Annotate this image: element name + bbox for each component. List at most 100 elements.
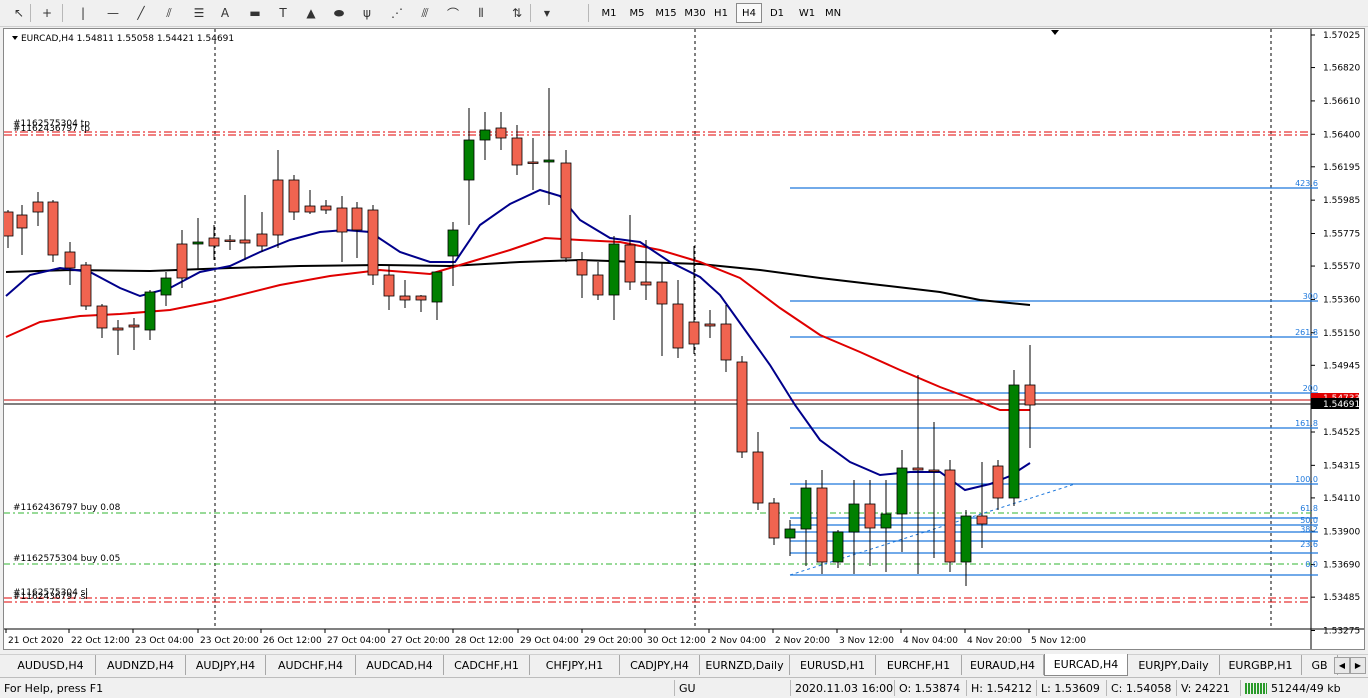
text-label-icon[interactable]: T — [272, 3, 294, 23]
price-label: 1.53485 — [1323, 593, 1360, 603]
timeframe-w1[interactable]: W1 — [793, 3, 821, 23]
cursor-icon[interactable]: ↖ — [8, 3, 30, 23]
status-high: H: 1.54212 — [966, 680, 1034, 696]
timeframe-m15[interactable]: M15 — [650, 3, 682, 23]
tab-cadchf-h1[interactable]: CADCHF,H1 — [444, 655, 530, 675]
time-label: 22 Oct 12:00 — [71, 636, 130, 646]
fibonacci-level-label: 161.8 — [1295, 419, 1318, 428]
candle-bear — [415, 295, 427, 301]
candle-bear — [80, 264, 92, 307]
tab-gb[interactable]: GB — [1302, 655, 1338, 675]
timeframe-d1[interactable]: D1 — [764, 3, 790, 23]
timeframe-h1[interactable]: H1 — [708, 3, 734, 23]
moving-average-slow — [5, 258, 1031, 306]
andrews-pitchfork-icon[interactable]: ψ — [356, 3, 378, 23]
fibonacci-level-label: 50.0 — [1300, 516, 1318, 525]
candle-bear — [96, 305, 108, 329]
candle-bear — [640, 281, 652, 286]
equidistant-channel-icon[interactable]: ⫽ — [158, 3, 180, 23]
tab-scroll-left-icon[interactable]: ◀ — [1334, 657, 1350, 674]
status-open: O: 1.53874 — [894, 680, 964, 696]
crosshair-icon[interactable]: + — [36, 3, 58, 23]
chevron-down-icon[interactable]: ▼ — [536, 3, 558, 23]
tab-eurnzd-daily[interactable]: EURNZD,Daily — [700, 655, 790, 675]
gann-fan-icon[interactable]: ⋰ — [386, 3, 408, 23]
candle-bull — [784, 528, 796, 539]
time-label: 3 Nov 12:00 — [839, 636, 894, 646]
status-connection[interactable]: 51244/49 kb — [1240, 680, 1368, 696]
candle-bull — [848, 503, 860, 533]
connection-traffic: 51244/49 kb — [1271, 681, 1341, 695]
price-label: 1.54110 — [1323, 494, 1360, 504]
tab-euraud-h4[interactable]: EURAUD,H4 — [962, 655, 1044, 675]
trendline-icon[interactable]: ╱ — [130, 3, 152, 23]
tab-audnzd-h4[interactable]: AUDNZD,H4 — [96, 655, 186, 675]
text-icon[interactable]: A — [214, 3, 236, 23]
vertical-line-icon[interactable]: | — [72, 3, 94, 23]
ellipse-icon[interactable]: ⬬ — [328, 3, 350, 23]
tab-eurcad-h4[interactable]: EURCAD,H4 — [1044, 654, 1128, 676]
tab-scroll-right-icon[interactable]: ▶ — [1350, 657, 1366, 674]
price-label: 1.53900 — [1323, 527, 1360, 537]
fibonacci-timezones-icon[interactable]: ⦀ — [470, 3, 492, 23]
chart-header: EURCAD,H4 1.54811 1.55058 1.54421 1.5469… — [21, 34, 234, 44]
tab-eurjpy-daily[interactable]: EURJPY,Daily — [1128, 655, 1220, 675]
tab-audusd-h4[interactable]: AUDUSD,H4 — [6, 655, 96, 675]
fibonacci-arcs-icon[interactable]: ⌒ — [442, 3, 464, 23]
candle-bear — [272, 179, 284, 236]
candle-bear — [32, 201, 44, 213]
price-label: 1.54945 — [1323, 361, 1360, 371]
tab-eurusd-h1[interactable]: EURUSD,H1 — [790, 655, 876, 675]
candle-bear — [4, 211, 14, 237]
toolbar: ↖ + | — ╱ ⫽ ☰ A ▬ T ▲ ⬬ ψ ⋰ ⫻ ⌒ ⦀ ⇅ ▼ M1 M5 M15 M30 H1 H4 D1 W1 MN — [0, 0, 1368, 27]
candle-bear — [752, 451, 764, 504]
time-label: 28 Oct 12:00 — [455, 636, 514, 646]
triangle-icon[interactable]: ▲ — [300, 3, 322, 23]
candle-bear — [320, 205, 332, 211]
tab-eurchf-h1[interactable]: EURCHF,H1 — [876, 655, 962, 675]
status-close: C: 1.54058 — [1106, 680, 1174, 696]
tab-eurgbp-h1[interactable]: EURGBP,H1 — [1220, 655, 1302, 675]
chart-tabs: AUDUSD,H4 AUDNZD,H4 AUDJPY,H4 AUDCHF,H4 AUDC… — [0, 654, 1368, 676]
timeframe-m1[interactable]: M1 — [596, 3, 622, 23]
price-chart[interactable]: 1.57025 1.56820 1.56610 1.56400 1.56195 1.559… — [4, 29, 1364, 649]
fibonacci-retracement-icon[interactable]: ☰ — [188, 3, 210, 23]
connection-bars-icon — [1245, 682, 1267, 694]
tab-audchf-h4[interactable]: AUDCHF,H4 — [266, 655, 356, 675]
fibonacci-level-label: 61.8 — [1300, 504, 1318, 513]
candle-bear — [768, 502, 780, 539]
candle-bear — [336, 207, 348, 233]
arrows-icon[interactable]: ⇅ — [506, 3, 528, 23]
tab-audcad-h4[interactable]: AUDCAD,H4 — [356, 655, 444, 675]
time-label: 27 Oct 20:00 — [391, 636, 450, 646]
fibonacci-fan-icon[interactable]: ⫻ — [414, 3, 436, 23]
moving-average-mid — [5, 236, 1030, 411]
candle-bear — [367, 209, 379, 276]
order-label-buy: #1162436797 buy 0.08 — [13, 503, 121, 513]
candle-bear — [736, 361, 748, 453]
candle-bear — [399, 295, 411, 301]
timeframe-h4[interactable]: H4 — [736, 3, 762, 23]
chart-window[interactable]: 1.57025 1.56820 1.56610 1.56400 1.56195 1.559… — [3, 28, 1365, 650]
candle-bear — [1024, 384, 1036, 406]
fibonacci-level-label: 200 — [1303, 384, 1318, 393]
tab-cadjpy-h4[interactable]: CADJPY,H4 — [620, 655, 700, 675]
price-label: 1.56820 — [1323, 64, 1360, 74]
status-profile: GU — [674, 680, 786, 696]
time-label: 21 Oct 2020 — [8, 636, 64, 646]
fibonacci-level-label: 38.2 — [1300, 525, 1318, 534]
rectangle-icon[interactable]: ▬ — [244, 3, 266, 23]
candle-bull — [896, 467, 908, 515]
time-label: 5 Nov 12:00 — [1031, 636, 1086, 646]
timeframe-m30[interactable]: M30 — [680, 3, 710, 23]
tab-audjpy-h4[interactable]: AUDJPY,H4 — [186, 655, 266, 675]
horizontal-line-icon[interactable]: — — [102, 3, 124, 23]
timeframe-m5[interactable]: M5 — [624, 3, 650, 23]
candle-bear — [239, 239, 251, 244]
price-label: 1.53690 — [1323, 561, 1360, 571]
timeframe-mn[interactable]: MN — [820, 3, 846, 23]
status-bar: For Help, press F1 GU 2020.11.03 16:00 O… — [0, 677, 1368, 698]
candle-bull — [447, 229, 459, 257]
tab-chfjpy-h1[interactable]: CHFJPY,H1 — [530, 655, 620, 675]
candle-bear — [64, 251, 76, 269]
